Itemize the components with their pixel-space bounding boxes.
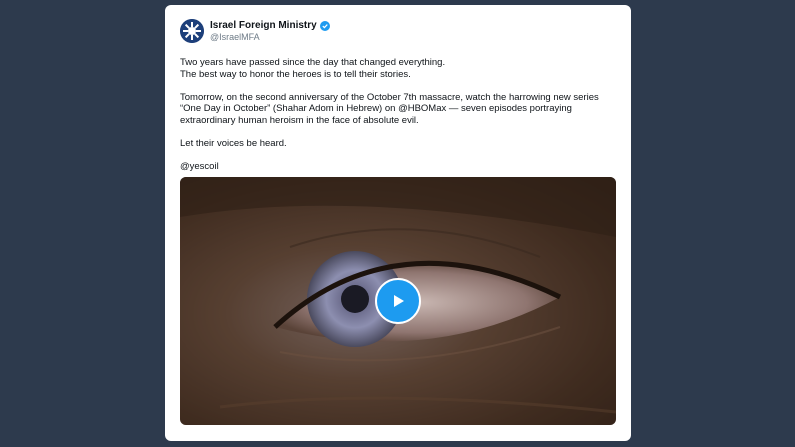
emblem-icon: [180, 19, 204, 43]
tweet-header: Israel Foreign Ministry @IsraelMFA: [180, 19, 330, 43]
tweet-card: Israel Foreign Ministry @IsraelMFA Two y…: [165, 5, 631, 441]
mention-link[interactable]: @yescoil: [180, 161, 620, 173]
author-handle[interactable]: @IsraelMFA: [210, 32, 330, 43]
tweet-line: The best way to honor the heroes is to t…: [180, 68, 411, 80]
tweet-line: extraordinary human heroism in the face …: [180, 114, 419, 126]
tweet-text: Two years have passed since the day that…: [180, 57, 620, 172]
avatar[interactable]: [180, 19, 204, 43]
verified-badge-icon: [319, 20, 330, 31]
video-player[interactable]: [180, 177, 616, 425]
author-name-row: Israel Foreign Ministry: [210, 20, 330, 32]
tweet-line: “One Day in October” (Shahar Adom in Heb…: [180, 103, 572, 114]
author-name[interactable]: Israel Foreign Ministry: [210, 20, 317, 32]
tweet-line: Tomorrow, on the second anniversary of t…: [180, 91, 599, 103]
tweet-line: Let their voices be heard.: [180, 137, 287, 149]
play-button[interactable]: [375, 278, 421, 324]
play-icon: [394, 295, 404, 307]
tweet-line: Two years have passed since the day that…: [180, 57, 446, 68]
author-block: Israel Foreign Ministry @IsraelMFA: [210, 20, 330, 43]
